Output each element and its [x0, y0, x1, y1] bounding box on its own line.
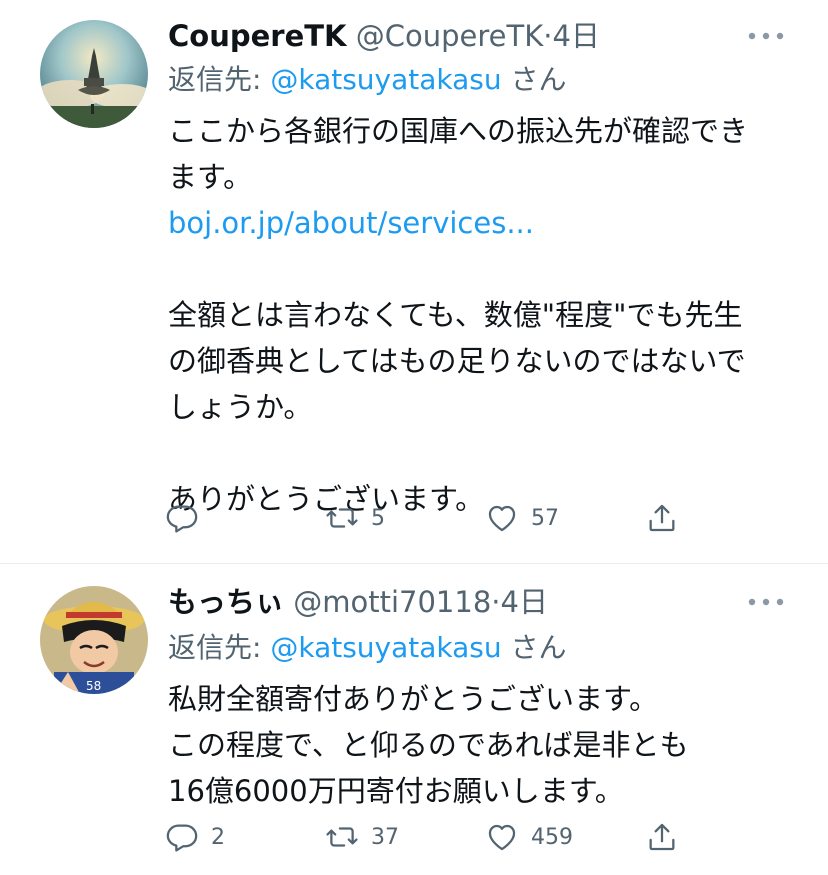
separator-dot: · — [491, 585, 501, 619]
user-handle[interactable]: @CoupereTK — [356, 19, 543, 53]
avatar[interactable] — [40, 20, 148, 128]
reply-suffix: さん — [501, 63, 567, 96]
tweet-text: ここから各銀行の国庫への振込先が確認でき ます。 boj.or.jp/about… — [168, 108, 788, 522]
tweet-header: CoupereTK @CoupereTK·4日 — [168, 18, 600, 54]
heart-icon — [488, 505, 516, 532]
svg-text:58: 58 — [86, 679, 101, 693]
tweet[interactable]: CoupereTK @CoupereTK·4日 返信先: @katsuyatak… — [0, 0, 828, 563]
reply-button[interactable]: 2 — [165, 815, 225, 859]
like-count: 459 — [531, 824, 573, 850]
tweet-text: 私財全額寄付ありがとうございます。 この程度で、と仰るのであれば是非とも 16億… — [168, 676, 788, 814]
share-icon — [649, 823, 675, 851]
like-button[interactable]: 459 — [485, 815, 573, 859]
tweet-text-line: しょうか。 — [168, 390, 313, 424]
reply-prefix: 返信先: — [168, 63, 271, 96]
retweet-button[interactable]: 37 — [325, 815, 399, 859]
reply-context: 返信先: @katsuyatakasu さん — [168, 630, 567, 666]
display-name[interactable]: CoupereTK — [168, 19, 347, 53]
reply-prefix: 返信先: — [168, 631, 271, 664]
reply-context: 返信先: @katsuyatakasu さん — [168, 62, 567, 98]
display-name[interactable]: もっちぃ — [168, 585, 284, 619]
tweet-text-line: この程度で、と仰るのであれば是非とも — [168, 728, 689, 762]
tweet-text-line: の御香典としてはもの足りないのではないで — [168, 344, 746, 378]
tweet[interactable]: 58 もっちぃ @motti70118·4日 返信先: @katsuyataka… — [0, 564, 828, 875]
reply-icon — [166, 824, 198, 852]
timestamp[interactable]: 4日 — [501, 585, 548, 619]
reply-count: 2 — [211, 824, 225, 850]
retweet-icon — [326, 827, 358, 847]
retweet-count: 5 — [371, 505, 385, 531]
tweet-text-line: 16億6000万円寄付お願いします。 — [168, 774, 624, 808]
reply-mention-link[interactable]: @katsuyatakasu — [270, 63, 501, 96]
timestamp[interactable]: 4日 — [552, 19, 599, 53]
like-button[interactable]: 57 — [485, 496, 559, 540]
avatar-image: 58 — [40, 586, 148, 694]
tweet-header: もっちぃ @motti70118·4日 — [168, 584, 548, 620]
tweet-text-line: 全額とは言わなくても、数億"程度"でも先生 — [168, 298, 743, 332]
reply-button[interactable] — [165, 496, 211, 540]
retweet-icon — [326, 508, 358, 528]
share-button[interactable] — [645, 496, 679, 540]
heart-icon — [488, 824, 516, 851]
retweet-count: 37 — [371, 824, 399, 850]
like-count: 57 — [531, 505, 559, 531]
tweet-actions: 5 57 — [165, 496, 725, 540]
share-icon — [649, 504, 675, 532]
share-button[interactable] — [645, 815, 679, 859]
more-icon[interactable] — [744, 592, 788, 612]
reply-suffix: さん — [501, 631, 567, 664]
tweet-text-line: 私財全額寄付ありがとうございます。 — [168, 682, 659, 716]
tweet-link[interactable]: boj.or.jp/about/services... — [168, 200, 788, 246]
tweet-actions: 2 37 459 — [165, 815, 725, 859]
reply-mention-link[interactable]: @katsuyatakasu — [270, 631, 501, 664]
more-icon[interactable] — [744, 26, 788, 46]
tweet-text-line: ここから各銀行の国庫への振込先が確認でき — [168, 114, 749, 148]
avatar-image — [40, 20, 148, 128]
user-handle[interactable]: @motti70118 — [293, 585, 491, 619]
avatar[interactable]: 58 — [40, 586, 148, 694]
reply-icon — [166, 505, 198, 533]
tweet-text-line: ます。 — [168, 160, 253, 194]
retweet-button[interactable]: 5 — [325, 496, 385, 540]
